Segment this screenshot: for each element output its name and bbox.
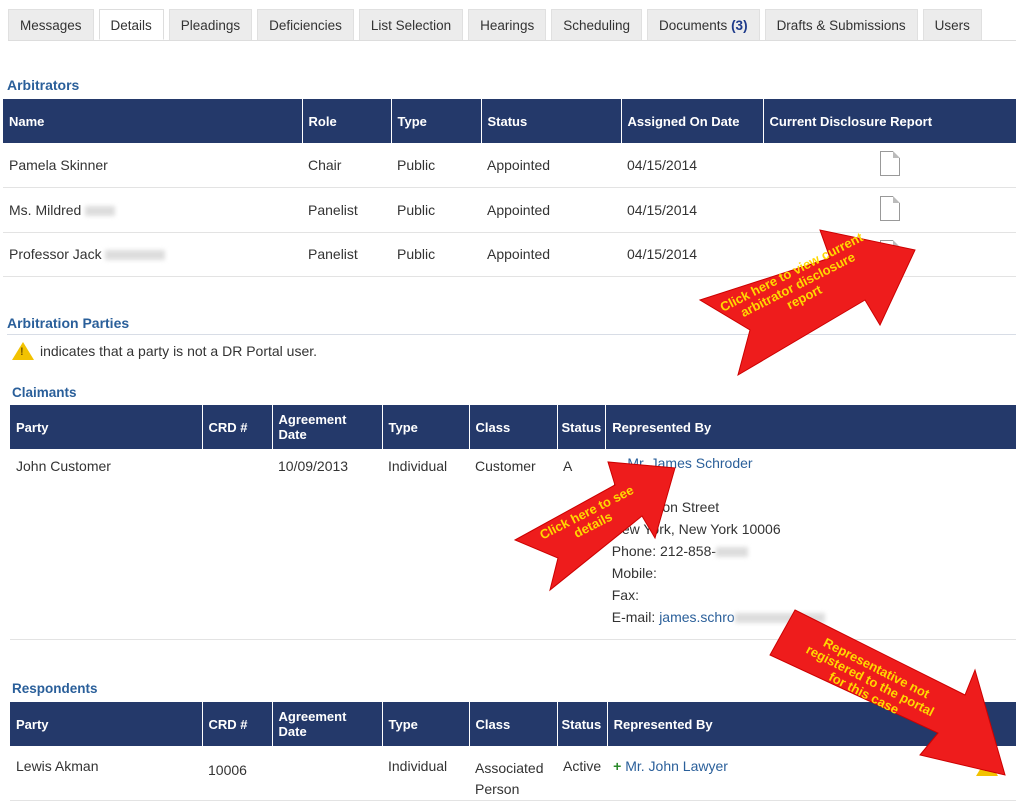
col-class[interactable]: Class	[469, 405, 558, 449]
tab-messages[interactable]: Messages	[8, 9, 94, 40]
respondents-title: Respondents	[12, 681, 98, 696]
tab-list-selection[interactable]: List Selection	[358, 9, 464, 40]
col-crd[interactable]: CRD #	[202, 702, 273, 746]
documents-count-badge: (3)	[731, 18, 748, 33]
arbitrator-name-text: Professor Jack	[9, 246, 102, 262]
arbitrator-role: Panelist	[302, 232, 391, 277]
tab-scheduling[interactable]: Scheduling	[551, 9, 643, 40]
arbitrator-type: Public	[391, 232, 481, 277]
arbitrator-status: Appointed	[481, 232, 621, 277]
tab-documents[interactable]: Documents (3)	[647, 9, 760, 40]
col-status[interactable]: Status	[557, 702, 608, 746]
redacted-text	[105, 250, 166, 261]
party-status: Active	[557, 746, 608, 801]
claimants-title: Claimants	[12, 385, 77, 400]
party-crd: 10006	[202, 746, 272, 801]
document-icon[interactable]	[879, 195, 900, 221]
rep-email-label: E-mail:	[611, 609, 656, 625]
arbitrator-type: Public	[391, 187, 481, 233]
col-type[interactable]: Type	[391, 99, 482, 143]
col-status[interactable]: Status	[557, 405, 607, 449]
arbitrator-status: Appointed	[481, 143, 621, 188]
col-agreement-date[interactable]: Agreement Date	[272, 405, 383, 449]
col-party[interactable]: Party	[10, 702, 203, 746]
tab-deficiencies[interactable]: Deficiencies	[257, 9, 354, 40]
arbitrator-name: Professor Jack	[3, 232, 302, 277]
tab-drafts-submissions[interactable]: Drafts & Submissions	[764, 9, 918, 40]
col-represented-by[interactable]: Represented By	[605, 405, 1016, 449]
party-agreement-date	[272, 746, 382, 801]
redacted-text	[716, 547, 749, 558]
party-name: Lewis Akman	[10, 746, 202, 801]
col-type[interactable]: Type	[382, 405, 470, 449]
col-name[interactable]: Name	[3, 99, 303, 143]
party-crd	[202, 449, 272, 640]
tab-users[interactable]: Users	[922, 9, 982, 40]
col-crd[interactable]: CRD #	[202, 405, 273, 449]
arbitration-parties-title: Arbitration Parties	[7, 315, 130, 331]
col-type[interactable]: Type	[382, 702, 470, 746]
document-icon[interactable]	[879, 150, 900, 176]
representative-link[interactable]: Mr. John Lawyer	[625, 758, 728, 774]
disclosure-cell	[763, 143, 1016, 188]
arbitrator-status: Appointed	[481, 187, 621, 233]
arbitrators-title: Arbitrators	[7, 77, 80, 93]
tab-hearings[interactable]: Hearings	[468, 9, 547, 40]
expand-icon[interactable]: +	[613, 758, 621, 774]
tab-documents-label: Documents	[659, 18, 728, 33]
arbitrator-type: Public	[391, 143, 481, 188]
col-party[interactable]: Party	[10, 405, 203, 449]
tab-details[interactable]: Details	[98, 9, 164, 40]
arbitrator-name: Pamela Skinner	[3, 143, 302, 188]
warning-icon: !	[12, 342, 34, 360]
arbitrator-name: Ms. Mildred	[3, 187, 302, 233]
party-class: Associated Person	[469, 746, 557, 801]
legend: ! indicates that a party is not a DR Por…	[12, 342, 317, 360]
party-type: Individual	[382, 746, 469, 801]
party-type: Individual	[382, 449, 469, 640]
arbitrator-name-text: Ms. Mildred	[9, 201, 82, 218]
col-agreement-date[interactable]: Agreement Date	[272, 702, 383, 746]
redacted-text	[85, 205, 116, 216]
arbitrator-date: 04/15/2014	[621, 143, 763, 188]
party-agreement-date: 10/09/2013	[272, 449, 382, 640]
arbitrator-role: Chair	[302, 143, 391, 188]
tab-pleadings[interactable]: Pleadings	[168, 9, 253, 40]
col-role[interactable]: Role	[302, 99, 392, 143]
col-status[interactable]: Status	[481, 99, 622, 143]
col-class[interactable]: Class	[469, 702, 558, 746]
tab-bar: Messages Details Pleadings Deficiencies …	[8, 9, 982, 41]
arbitrator-role: Panelist	[302, 187, 391, 233]
table-row: Pamela Skinner Chair Public Appointed 04…	[3, 143, 1016, 188]
party-name: John Customer	[10, 449, 202, 640]
col-disclosure-report[interactable]: Current Disclosure Report	[763, 99, 1016, 143]
rep-email-link[interactable]: james.schro	[659, 609, 734, 625]
col-assigned-date[interactable]: Assigned On Date	[621, 99, 764, 143]
legend-text: indicates that a party is not a DR Porta…	[40, 343, 318, 359]
tab-underline	[8, 40, 1016, 41]
